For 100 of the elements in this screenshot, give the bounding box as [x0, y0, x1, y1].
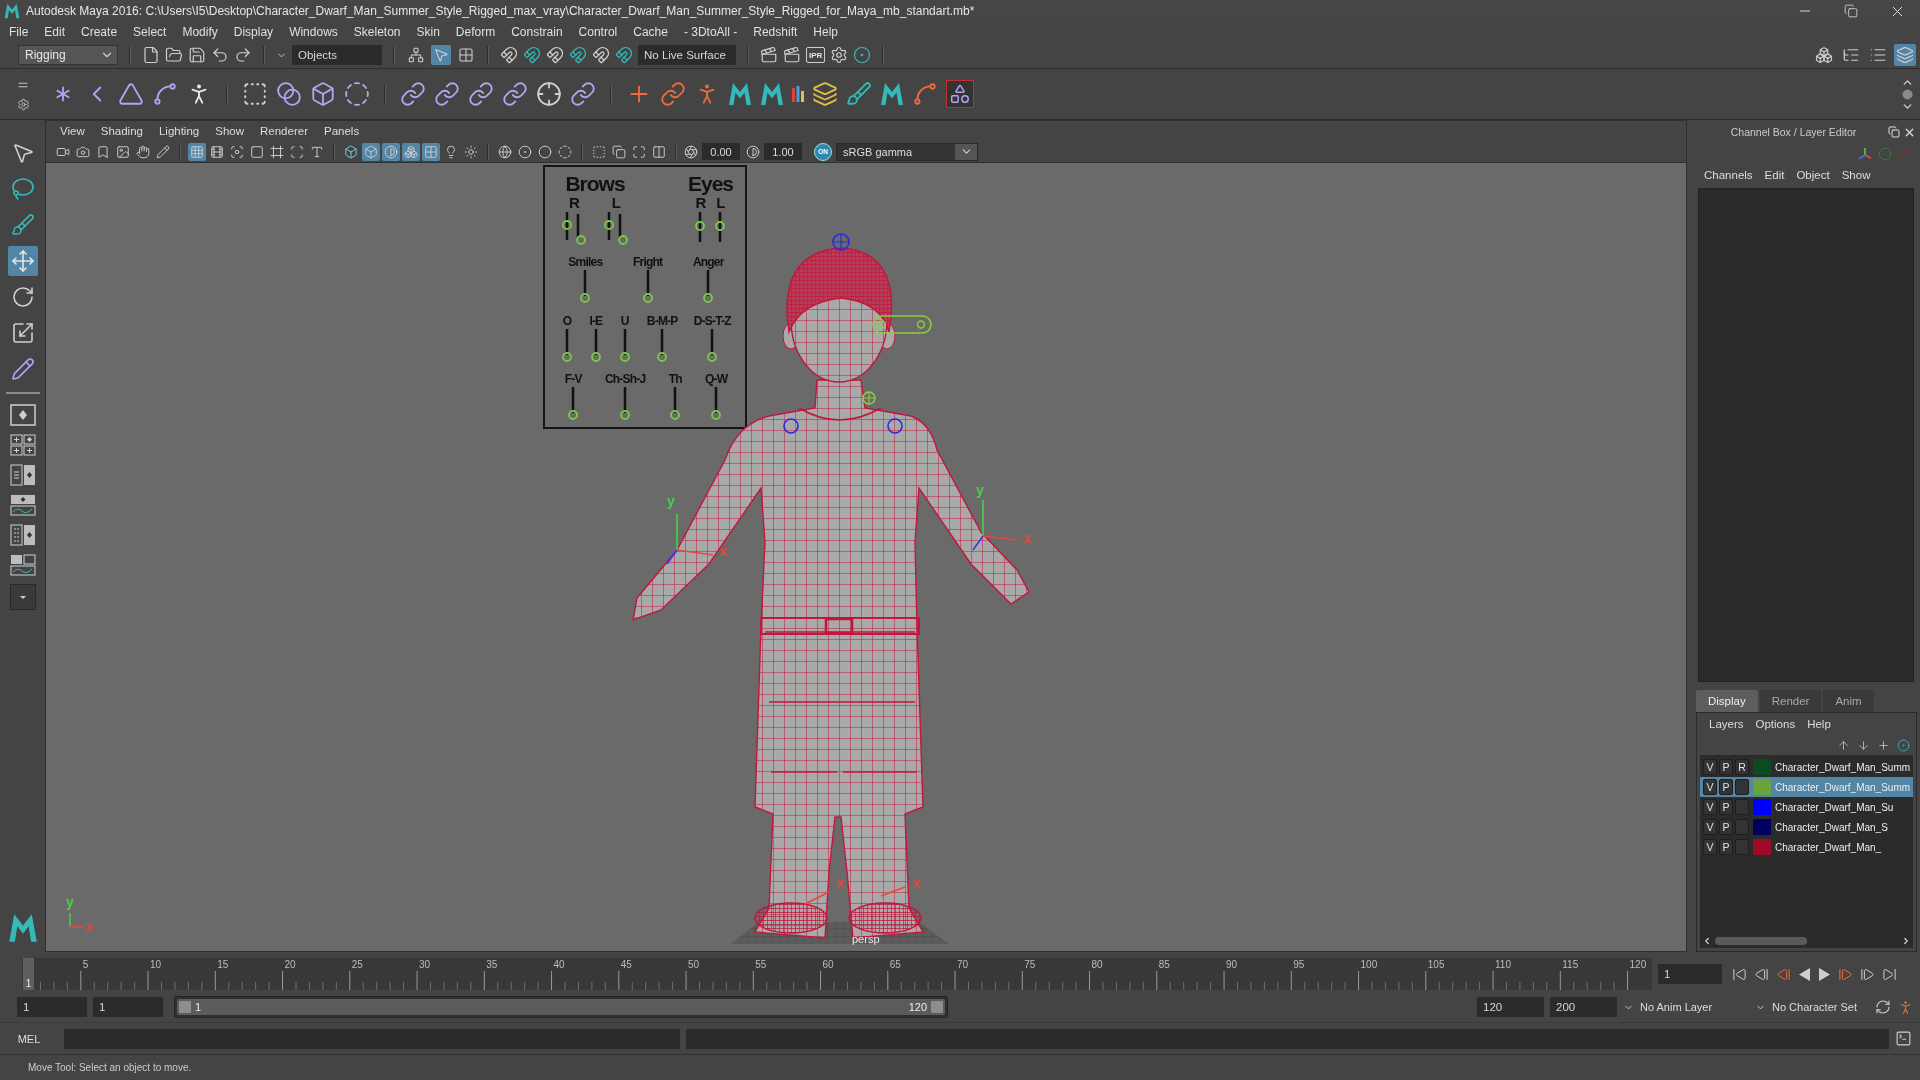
step-back-icon[interactable] [1754, 966, 1769, 982]
layer-flag-toggle[interactable]: V [1703, 819, 1717, 835]
dashed-square-icon[interactable] [242, 81, 268, 107]
layer-flag-toggle[interactable]: V [1703, 799, 1717, 815]
contrast-icon[interactable] [746, 144, 760, 159]
play-backward-icon[interactable] [1798, 966, 1811, 982]
skip-forward-icon[interactable] [1882, 966, 1897, 982]
brush-icon[interactable] [846, 81, 872, 107]
menu-item[interactable]: Select [125, 22, 175, 42]
m-logo-icon[interactable] [7, 913, 38, 943]
dashed-circle-icon[interactable] [344, 81, 370, 107]
refresh-icon[interactable] [1875, 999, 1891, 1015]
range-handle[interactable] [179, 1001, 191, 1013]
layer-row[interactable]: V P Character_Dwarf_Man_Summ [1700, 777, 1913, 797]
layer-swatch-icon[interactable] [1753, 819, 1771, 835]
menu-item[interactable]: Edit [36, 22, 74, 42]
menu-item[interactable]: Cache [625, 22, 676, 42]
layer-swatch-icon[interactable] [1753, 799, 1771, 815]
pane-layout-icon[interactable] [9, 434, 36, 456]
menu-item[interactable]: Skin [408, 22, 448, 42]
step-back-icon[interactable] [1776, 966, 1791, 982]
panel-menu-item[interactable]: Show [1835, 169, 1877, 181]
pane-layout-icon[interactable] [9, 494, 36, 516]
undo-icon[interactable] [211, 46, 229, 64]
layers-icon[interactable] [812, 81, 838, 107]
view-transform-dropdown[interactable]: sRGB gamma [836, 142, 978, 161]
cubes-icon[interactable] [402, 142, 420, 161]
live-surface-field[interactable]: No Live Surface [638, 45, 736, 65]
settings-icon[interactable] [830, 46, 849, 64]
slider-control-icon[interactable] [619, 387, 632, 421]
terminal-icon[interactable] [1895, 1030, 1912, 1047]
layer-flag-toggle[interactable] [1735, 779, 1749, 795]
panel-menu-item[interactable]: Renderer [252, 125, 316, 137]
end-time-field[interactable]: 200 [1550, 997, 1617, 1017]
crosshair-icon[interactable] [536, 81, 562, 107]
start-time-field[interactable]: 1 [17, 997, 87, 1017]
menu-item[interactable]: Skeleton [345, 22, 409, 42]
range-start-field[interactable]: 1 [93, 997, 163, 1017]
shapes-icon[interactable] [946, 80, 974, 108]
pane-layout-icon[interactable] [9, 404, 36, 426]
redo-icon[interactable] [234, 46, 252, 64]
slider-control-icon[interactable] [710, 387, 723, 421]
menu-item[interactable]: Constrain [503, 22, 571, 42]
magnet-icon[interactable] [523, 46, 541, 64]
panel-menu-item[interactable]: Object [1790, 169, 1836, 181]
play-icon[interactable] [1818, 966, 1831, 982]
anim-layer-dropdown[interactable]: No Anim Layer [1623, 1001, 1749, 1013]
panel-menu-item[interactable]: Shading [92, 125, 151, 137]
slider-control-icon[interactable] [641, 270, 654, 305]
slider-control-icon[interactable] [618, 328, 631, 363]
exposure-field[interactable]: 0.00 [702, 143, 740, 160]
skip-back-icon[interactable] [1732, 966, 1747, 982]
scrollbar-thumb[interactable] [1715, 937, 1807, 945]
arrow-down-icon[interactable] [1857, 738, 1870, 752]
panel-tab[interactable]: Display [1696, 690, 1758, 712]
scroll-left-icon[interactable] [1702, 936, 1712, 946]
layer-swatch-icon[interactable] [1753, 759, 1771, 775]
link-icon[interactable] [502, 81, 528, 107]
layer-row[interactable]: V P Character_Dwarf_Man_Su [1700, 797, 1913, 817]
overlapping-circles-icon[interactable] [276, 81, 302, 107]
menu-item[interactable]: Redshift [745, 22, 806, 42]
layer-row[interactable]: V P R Character_Dwarf_Man_Summ [1700, 757, 1913, 777]
panel-menu-item[interactable]: Edit [1758, 169, 1791, 181]
magnet-icon[interactable] [615, 46, 633, 64]
axes-icon[interactable] [1858, 147, 1872, 161]
layer-flag-toggle[interactable]: P [1719, 759, 1733, 775]
command-input-field[interactable] [64, 1028, 680, 1049]
cube-icon[interactable] [310, 81, 336, 107]
m-logo-icon[interactable] [728, 82, 752, 106]
bars-icon[interactable] [792, 86, 804, 102]
menu-item[interactable]: Windows [281, 22, 346, 42]
link-icon[interactable] [400, 81, 426, 107]
menu-item[interactable]: - 3DtoAll - [675, 22, 746, 42]
viewport[interactable]: Brows R L Eyes R L Smiles Fright Anger O I-E U B-M-P D-S-T-Z F-V Ch-Sh-J Th Q-W y y x x x x persp y x [46, 163, 1686, 951]
save-icon[interactable] [188, 46, 206, 64]
panel-menu-item[interactable]: View [52, 125, 93, 137]
gamma-field[interactable]: 1.00 [764, 143, 802, 160]
magnet-icon[interactable] [546, 46, 564, 64]
layer-flag-toggle[interactable]: P [1719, 819, 1733, 835]
current-frame-field[interactable]: 1 [1658, 964, 1722, 984]
layer-row[interactable]: V P Character_Dwarf_Man_S [1700, 817, 1913, 837]
menu-item[interactable]: Deform [447, 22, 504, 42]
link-icon[interactable] [660, 81, 686, 107]
checker-icon[interactable] [422, 142, 440, 161]
half-circle-icon[interactable] [382, 142, 400, 161]
menu-item[interactable]: Create [73, 22, 126, 42]
layer-flag-toggle[interactable]: P [1719, 799, 1733, 815]
slider-control-icon[interactable] [702, 270, 715, 305]
selection-field[interactable]: Objects [292, 45, 382, 65]
grid-icon[interactable] [188, 142, 206, 161]
menu-item[interactable]: Modify [174, 22, 226, 42]
pointer-icon[interactable] [431, 45, 451, 65]
disc-icon[interactable] [853, 46, 872, 64]
layer-flag-toggle[interactable]: P [1719, 779, 1733, 795]
link-icon[interactable] [468, 81, 494, 107]
link-icon[interactable] [570, 81, 596, 107]
m-logo-icon[interactable] [880, 82, 904, 106]
layer-flag-toggle[interactable]: V [1703, 759, 1717, 775]
menu-set-dropdown[interactable]: Rigging [18, 45, 118, 65]
slider-control-icon[interactable] [656, 328, 669, 363]
